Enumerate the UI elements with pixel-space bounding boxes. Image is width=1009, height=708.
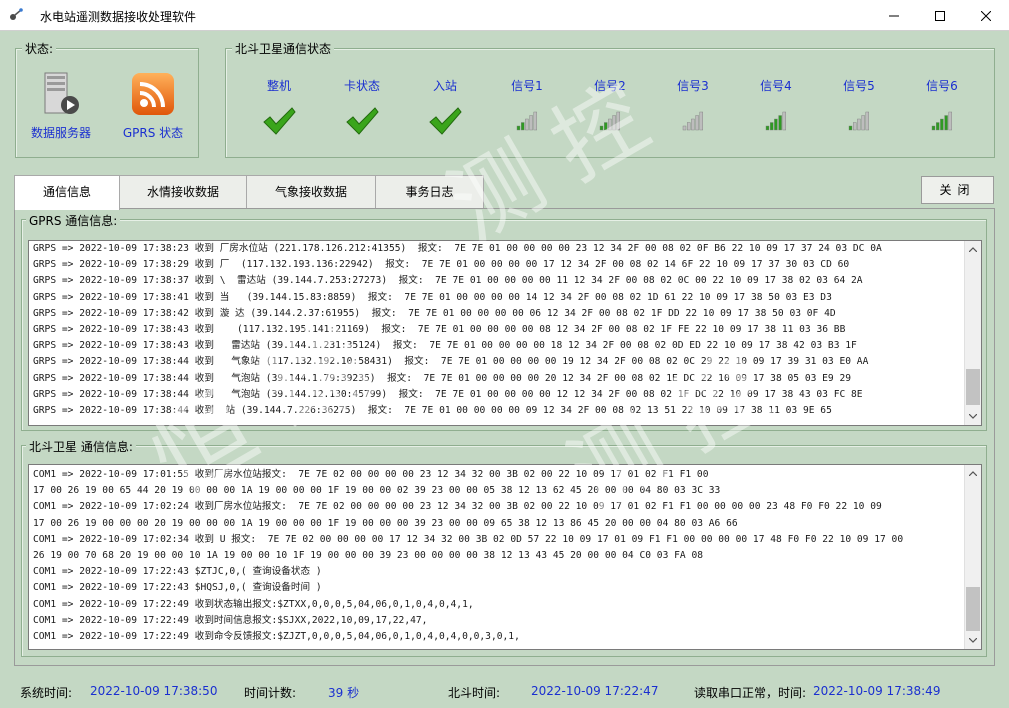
beidou-log-textbox[interactable]: COM1 => 2022-10-09 17:01:55 收到厂房水位站报文: 7… xyxy=(28,464,982,650)
signal-icon xyxy=(848,111,869,131)
gprs-log-line: GRPS => 2022-10-09 17:38:43 收到 雷达站 (39.1… xyxy=(33,340,857,352)
tab-hydro-data[interactable]: 水情接收数据 xyxy=(119,175,247,208)
gprs-scroll-thumb[interactable] xyxy=(966,369,980,405)
beidou-col-7: 信号5 xyxy=(824,77,894,137)
gprs-log-textbox[interactable]: GRPS => 2022-10-09 17:38:23 收到 厂房水位站 (22… xyxy=(28,240,982,426)
beidou-log-line: COM1 => 2022-10-09 17:22:49 收到时间信息报文:$SJ… xyxy=(33,614,428,626)
gprs-log-scrollbar[interactable] xyxy=(964,241,981,425)
gprs-log-line: GRPS => 2022-10-09 17:38:41 收到 当 (39.144… xyxy=(33,291,832,303)
beidou-time-label: 北斗时间: xyxy=(448,686,501,700)
gprs-log-line: GRPS => 2022-10-09 17:38:44 收到 站 (39.144… xyxy=(33,404,832,416)
tab-event-log[interactable]: 事务日志 xyxy=(375,175,484,208)
beidou-time-value: 2022-10-09 17:22:47 xyxy=(531,684,659,698)
beidou-col-8: 信号6 xyxy=(907,77,977,137)
beidou-col-label: 信号6 xyxy=(926,79,958,93)
gprs-log-title: GPRS 通信信息: xyxy=(26,212,121,229)
beidou-log-line: 17 00 26 19 00 65 44 20 19 00 00 00 1A 1… xyxy=(33,485,721,497)
gprs-log-line: GRPS => 2022-10-09 17:38:23 收到 厂房水位站 (22… xyxy=(33,243,882,254)
minimize-button[interactable] xyxy=(871,0,917,31)
gprs-log-line: GRPS => 2022-10-09 17:38:29 收到 厂 (117.13… xyxy=(33,259,850,271)
beidou-log-line: 26 19 00 70 68 20 19 00 00 10 1A 19 00 0… xyxy=(33,549,704,561)
beidou-col-label: 信号5 xyxy=(843,79,875,93)
data-server-status: 数据服务器 xyxy=(26,71,96,141)
gprs-log-line: GRPS => 2022-10-09 17:38:37 收到 \ 雷达站 (39… xyxy=(33,275,863,287)
beidou-col-label: 信号3 xyxy=(677,79,709,93)
check-icon xyxy=(346,107,379,135)
scroll-up-arrow-icon[interactable] xyxy=(965,465,981,482)
status-group-title: 状态: xyxy=(22,40,57,57)
beidou-col-label: 信号2 xyxy=(594,79,626,93)
tab-comm-info[interactable]: 通信信息 xyxy=(14,175,120,210)
serial-status-label: 读取串口正常，时间: xyxy=(694,686,807,700)
beidou-col-label: 信号4 xyxy=(760,79,792,93)
system-time-label: 系统时间: xyxy=(20,686,73,700)
signal-icon xyxy=(931,111,952,131)
maximize-icon xyxy=(935,10,945,21)
beidou-log-line: COM1 => 2022-10-09 17:02:24 收到厂房水位站报文: 7… xyxy=(33,501,882,513)
tab-weather-data[interactable]: 气象接收数据 xyxy=(246,175,376,208)
scroll-up-arrow-icon[interactable] xyxy=(965,241,981,258)
beidou-log-line: COM1 => 2022-10-09 17:22:49 收到状态输出报文:$ZT… xyxy=(33,598,474,610)
beidou-log-line: COM1 => 2022-10-09 17:01:55 收到厂房水位站报文: 7… xyxy=(33,469,709,480)
beidou-col-3: 信号1 xyxy=(492,77,562,137)
beidou-log-line: COM1 => 2022-10-09 17:02:34 收到 U 报文: 7E … xyxy=(33,533,904,545)
data-server-label: 数据服务器 xyxy=(30,126,91,140)
check-icon xyxy=(263,107,296,135)
beidou-scroll-thumb[interactable] xyxy=(966,587,980,631)
close-icon xyxy=(981,10,991,21)
beidou-col-label: 信号1 xyxy=(511,79,543,93)
system-time-value: 2022-10-09 17:38:50 xyxy=(90,684,218,698)
signal-icon xyxy=(765,111,786,131)
server-icon xyxy=(44,72,79,114)
gprs-log-lines: GRPS => 2022-10-09 17:38:23 收到 厂房水位站 (22… xyxy=(33,241,963,419)
comm-info-panel: GPRS 通信信息: GRPS => 2022-10-09 17:38:23 收… xyxy=(14,208,995,666)
minimize-icon xyxy=(889,15,899,16)
gprs-status: GPRS 状态 xyxy=(116,71,190,141)
beidou-group-title: 北斗卫星通信状态 xyxy=(232,40,335,57)
counter-label: 时间计数: xyxy=(244,686,297,700)
beidou-log-line: COM1 => 2022-10-09 17:22:43 $HQSJ,0,( 查询… xyxy=(33,582,322,594)
beidou-log-group: 北斗卫星 通信信息: COM1 => 2022-10-09 17:01:55 收… xyxy=(21,438,987,657)
beidou-log-line: COM1 => 2022-10-09 17:22:43 $ZTJC,0,( 查询… xyxy=(33,566,322,578)
window-title: 水电站遥测数据接收处理软件 xyxy=(40,10,197,24)
beidou-log-title: 北斗卫星 通信信息: xyxy=(26,438,136,455)
signal-icon xyxy=(516,111,537,131)
gprs-log-line: GRPS => 2022-10-09 17:38:44 收到 气泡站 (39.1… xyxy=(33,372,852,384)
window-close-button[interactable] xyxy=(963,0,1009,31)
beidou-col-4: 信号2 xyxy=(575,77,645,137)
gprs-log-line: GRPS => 2022-10-09 17:38:44 收到 气象站 (117.… xyxy=(33,356,869,368)
maximize-button[interactable] xyxy=(917,0,963,31)
close-button[interactable]: 关闭 xyxy=(921,176,994,204)
check-icon xyxy=(429,107,462,135)
beidou-col-5: 信号3 xyxy=(658,77,728,137)
gprs-status-label: GPRS 状态 xyxy=(122,126,184,140)
beidou-col-2: 入站 xyxy=(410,77,480,137)
beidou-col-label: 整机 xyxy=(266,79,291,93)
beidou-col-1: 卡状态 xyxy=(327,77,397,137)
beidou-log-line: COM1 => 2022-10-09 17:22:49 收到命令反馈报文:$ZJ… xyxy=(33,630,520,642)
satellite-app-icon xyxy=(10,8,23,20)
beidou-col-0: 整机 xyxy=(244,77,314,137)
status-group: 状态: 数据服务器 GPRS 状态 xyxy=(15,40,199,158)
rss-icon xyxy=(132,73,174,115)
gprs-log-group: GPRS 通信信息: GRPS => 2022-10-09 17:38:23 收… xyxy=(21,212,987,431)
counter-value: 39 秒 xyxy=(328,686,360,700)
scroll-down-arrow-icon[interactable] xyxy=(965,632,981,649)
beidou-status-group: 北斗卫星通信状态 整机 卡状态 入站 信号1 信号2 信号3 信号4 信号5 信号6 xyxy=(225,40,995,158)
gprs-log-line: GRPS => 2022-10-09 17:38:44 收到 气泡站 (39.1… xyxy=(33,388,863,400)
status-bar: 系统时间: 2022-10-09 17:38:50 时间计数: 39 秒 北斗时… xyxy=(0,676,1009,706)
title-bar: 水电站遥测数据接收处理软件 xyxy=(0,0,1009,31)
beidou-col-6: 信号4 xyxy=(741,77,811,137)
gprs-log-line: GRPS => 2022-10-09 17:38:42 收到 漩 达 (39.1… xyxy=(33,307,836,319)
beidou-log-scrollbar[interactable] xyxy=(964,465,981,649)
scroll-down-arrow-icon[interactable] xyxy=(965,408,981,425)
beidou-log-line: 17 00 26 19 00 00 00 20 19 00 00 00 1A 1… xyxy=(33,517,738,529)
beidou-col-label: 卡状态 xyxy=(343,79,380,93)
gprs-log-line: GRPS => 2022-10-09 17:38:43 收到 (117.132.… xyxy=(33,323,846,335)
signal-icon xyxy=(599,111,620,131)
signal-icon xyxy=(682,111,703,131)
beidou-log-lines: COM1 => 2022-10-09 17:01:55 收到厂房水位站报文: 7… xyxy=(33,467,963,645)
beidou-col-label: 入站 xyxy=(432,79,457,93)
serial-time-value: 2022-10-09 17:38:49 xyxy=(813,684,941,698)
